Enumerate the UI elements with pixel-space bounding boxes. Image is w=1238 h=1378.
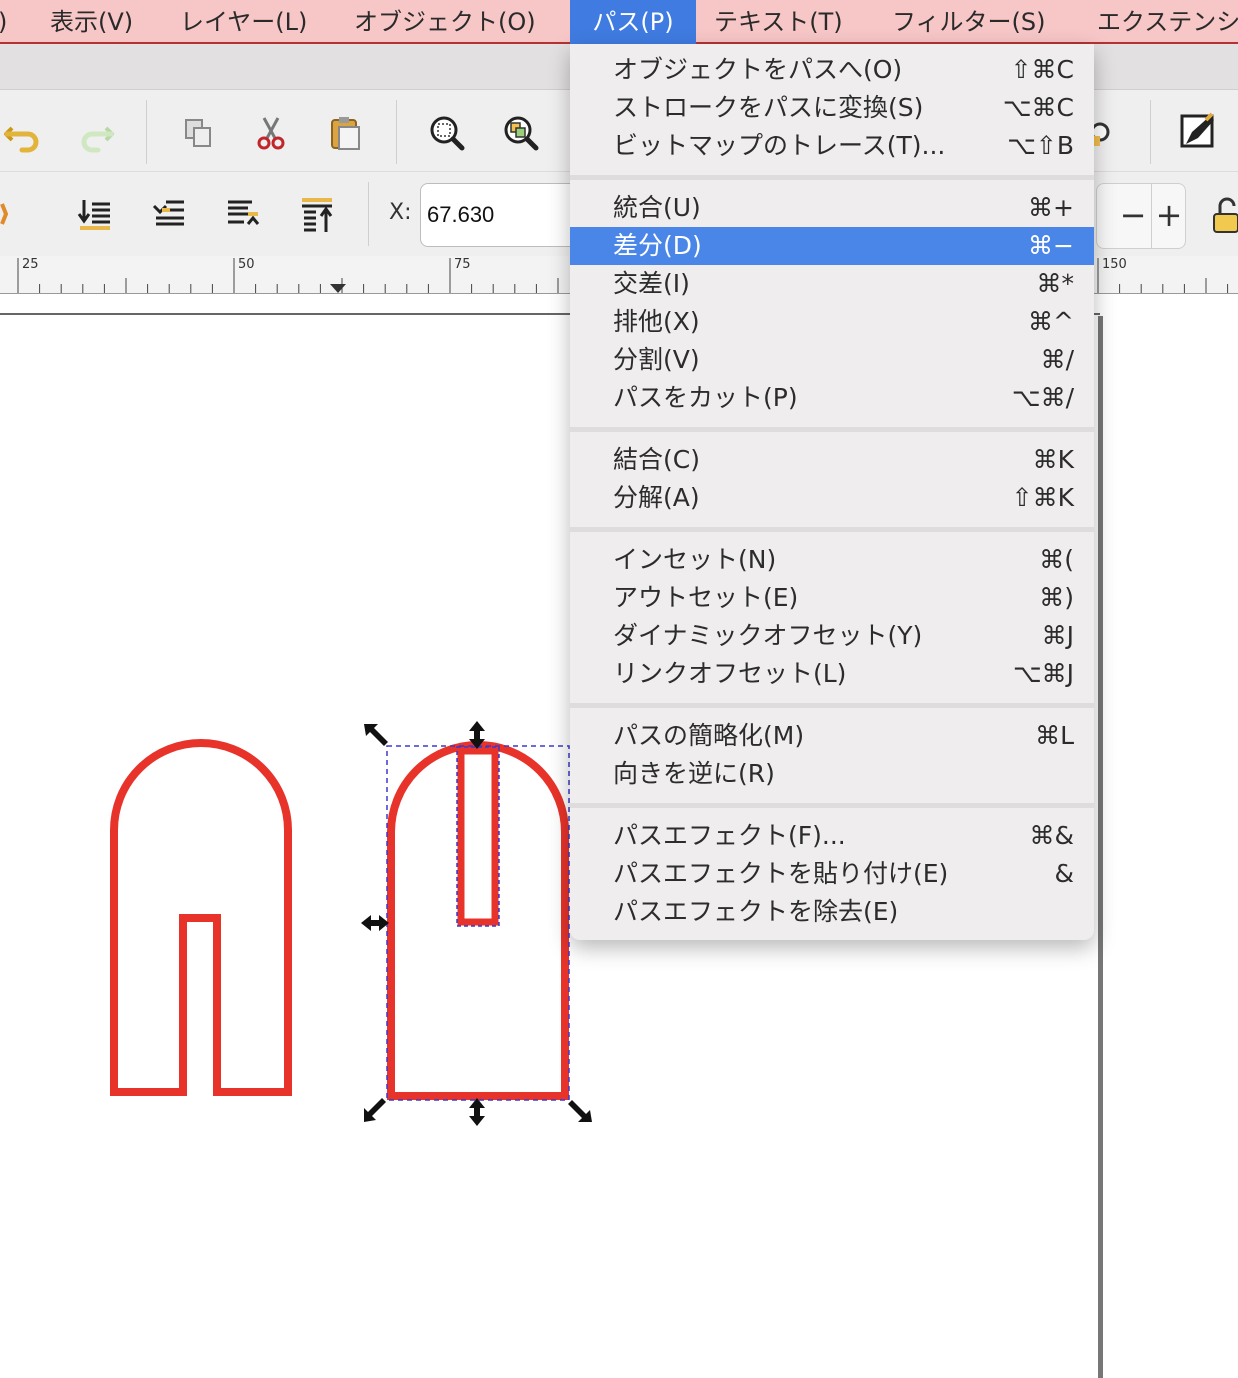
lower-icon[interactable] (148, 194, 190, 236)
scale-handle-top-left (364, 724, 388, 746)
toolbar-separator (396, 100, 397, 164)
paste-icon[interactable] (322, 110, 368, 156)
path-menu-dropdown: オブジェクトをパスへ(O) ⇧⌘C ストロークをパスに変換(S) ⌥⌘C ビットマッ… (570, 44, 1094, 940)
lower-to-bottom-icon[interactable] (74, 194, 116, 236)
menu-item-division[interactable]: 分割(V) ⌘/ (570, 341, 1094, 379)
menu-path[interactable]: パス(P) (570, 0, 696, 44)
raise-to-top-icon[interactable] (296, 194, 338, 236)
x-coordinate-label: X: (389, 200, 412, 225)
menu-separator (570, 527, 1094, 532)
menu-view[interactable]: 表示(V) (50, 0, 133, 44)
menu-separator (570, 703, 1094, 708)
menu-item-reverse[interactable]: 向きを逆に(R) (570, 755, 1094, 793)
menu-separator (570, 803, 1094, 808)
menu-separator (570, 175, 1094, 180)
menu-item-simplify[interactable]: パスの簡略化(M) ⌘L (570, 717, 1094, 755)
menu-layer[interactable]: レイヤー(L) (180, 0, 307, 44)
cut-icon[interactable] (248, 110, 294, 156)
ruler-label: 50 (238, 257, 255, 272)
undo-icon[interactable] (0, 110, 46, 156)
menu-filters[interactable]: フィルター(S) (892, 0, 1045, 44)
menu-item-remove-path-effect[interactable]: パスエフェクトを除去(E) (570, 893, 1094, 931)
pen-icon[interactable] (1176, 110, 1222, 156)
menu-separator (570, 427, 1094, 432)
zoom-selection-icon[interactable] (424, 110, 470, 156)
menu-item-exclusion[interactable]: 排他(X) ⌘^ (570, 303, 1094, 341)
menu-item-difference[interactable]: 差分(D) ⌘− (570, 227, 1094, 265)
menu-item-outset[interactable]: アウトセット(E) ⌘) (570, 579, 1094, 617)
menu-bar: ) 表示(V) レイヤー(L) オブジェクト(O) パス(P) テキスト(T) … (0, 0, 1238, 44)
menu-item-stroke-to-path[interactable]: ストロークをパスに変換(S) ⌥⌘C (570, 89, 1094, 127)
menu-item-union[interactable]: 統合(U) ⌘+ (570, 189, 1094, 227)
duplicate-icon[interactable] (176, 110, 222, 156)
toolbar-separator (368, 182, 369, 246)
arch-with-slot-shape[interactable] (110, 739, 292, 1096)
ruler-label: 75 (454, 257, 471, 272)
scale-handle-left (361, 915, 389, 931)
menu-item-dynamic-offset[interactable]: ダイナミックオフセット(Y) ⌘J (570, 617, 1094, 655)
zoom-drawing-icon[interactable] (498, 110, 544, 156)
menu-item-intersection[interactable]: 交差(I) ⌘* (570, 265, 1094, 303)
menu-item-paste-path-effect[interactable]: パスエフェクトを貼り付け(E) & (570, 855, 1094, 893)
raise-icon[interactable] (222, 194, 264, 236)
increment-button[interactable]: + (1149, 184, 1189, 248)
decrement-button[interactable]: − (1113, 184, 1153, 248)
spin-buttons: − + (1096, 183, 1186, 249)
align-icon-partial[interactable] (0, 194, 22, 236)
menu-item-inset[interactable]: インセット(N) ⌘( (570, 541, 1094, 579)
menu-item-path-effects[interactable]: パスエフェクト(F)... ⌘& (570, 817, 1094, 855)
toolbar-separator (1150, 100, 1151, 164)
lock-icon[interactable] (1210, 196, 1238, 236)
ruler-label: 150 (1102, 257, 1127, 272)
menu-edit-partial[interactable]: ) (0, 0, 7, 44)
menu-item-combine[interactable]: 結合(C) ⌘K (570, 441, 1094, 479)
scale-handle-bottom-left (364, 1098, 386, 1122)
ruler-label: 25 (22, 257, 39, 272)
scale-handle-bottom (469, 1098, 485, 1126)
menu-extensions[interactable]: エクステンシ (1097, 0, 1238, 44)
slot-rectangle[interactable] (457, 747, 499, 926)
menu-item-trace-bitmap[interactable]: ビットマップのトレース(T)... ⌥⇧B (570, 127, 1094, 165)
toolbar-separator (146, 100, 147, 164)
redo-icon[interactable] (76, 110, 122, 156)
menu-object[interactable]: オブジェクト(O) (354, 0, 536, 44)
menu-item-break-apart[interactable]: 分解(A) ⇧⌘K (570, 479, 1094, 517)
menu-item-cut-path[interactable]: パスをカット(P) ⌥⌘/ (570, 379, 1094, 417)
menu-item-linked-offset[interactable]: リンクオフセット(L) ⌥⌘J (570, 655, 1094, 693)
menu-text[interactable]: テキスト(T) (714, 0, 843, 44)
menu-item-object-to-path[interactable]: オブジェクトをパスへ(O) ⇧⌘C (570, 51, 1094, 89)
scale-handle-bottom-right (568, 1100, 592, 1122)
